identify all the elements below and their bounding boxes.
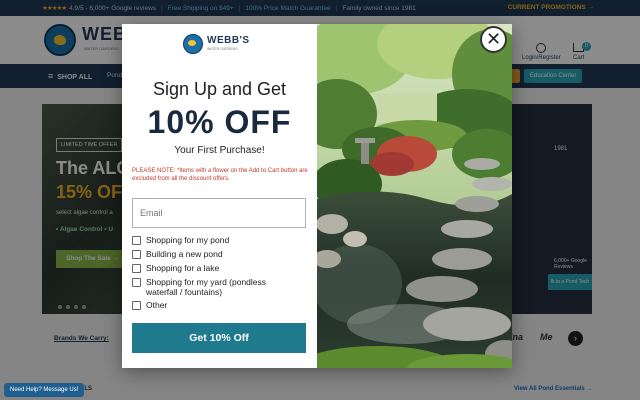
close-icon[interactable]: ✕ bbox=[480, 26, 507, 53]
option-yard[interactable]: Shopping for my yard (pondless waterfall… bbox=[132, 277, 292, 297]
need-help-chat-button[interactable]: Need Help? Message Us! bbox=[4, 383, 85, 397]
checkbox[interactable] bbox=[132, 264, 141, 273]
japanese-garden-photo bbox=[317, 24, 512, 368]
modal-logo: WEBB'S bbox=[207, 35, 250, 46]
email-field[interactable] bbox=[132, 198, 306, 228]
garden-illustration bbox=[317, 24, 512, 368]
option-new-pond[interactable]: Building a new pond bbox=[132, 249, 223, 259]
checkbox[interactable] bbox=[132, 278, 141, 287]
modal-headline: Sign Up and Get bbox=[152, 79, 287, 99]
option-pond[interactable]: Shopping for my pond bbox=[132, 235, 229, 245]
option-label: Shopping for my pond bbox=[146, 235, 230, 245]
signup-form: WEBB'S WATER GARDENS Sign Up and Get 10%… bbox=[122, 24, 317, 368]
koi-logo-icon bbox=[183, 34, 203, 54]
option-label: Shopping for a lake bbox=[146, 263, 220, 273]
signup-modal: WEBB'S WATER GARDENS Sign Up and Get 10%… bbox=[122, 24, 512, 368]
discount-offer: 10% OFF bbox=[147, 104, 292, 140]
option-other[interactable]: Other bbox=[132, 300, 167, 310]
first-purchase-text: Your First Purchase! bbox=[174, 145, 265, 156]
modal-logo-subtitle: WATER GARDENS bbox=[207, 47, 238, 51]
checkbox[interactable] bbox=[132, 236, 141, 245]
option-label: Building a new pond bbox=[146, 249, 223, 259]
option-label: Shopping for my yard (pondless waterfall… bbox=[146, 277, 267, 297]
option-lake[interactable]: Shopping for a lake bbox=[132, 263, 219, 273]
option-label: Other bbox=[146, 300, 168, 310]
checkbox[interactable] bbox=[132, 250, 141, 259]
exclusion-note: PLEASE NOTE: *Items with a flower on the… bbox=[132, 168, 308, 182]
checkbox[interactable] bbox=[132, 301, 141, 310]
get-discount-button[interactable]: Get 10% Off bbox=[132, 323, 306, 353]
